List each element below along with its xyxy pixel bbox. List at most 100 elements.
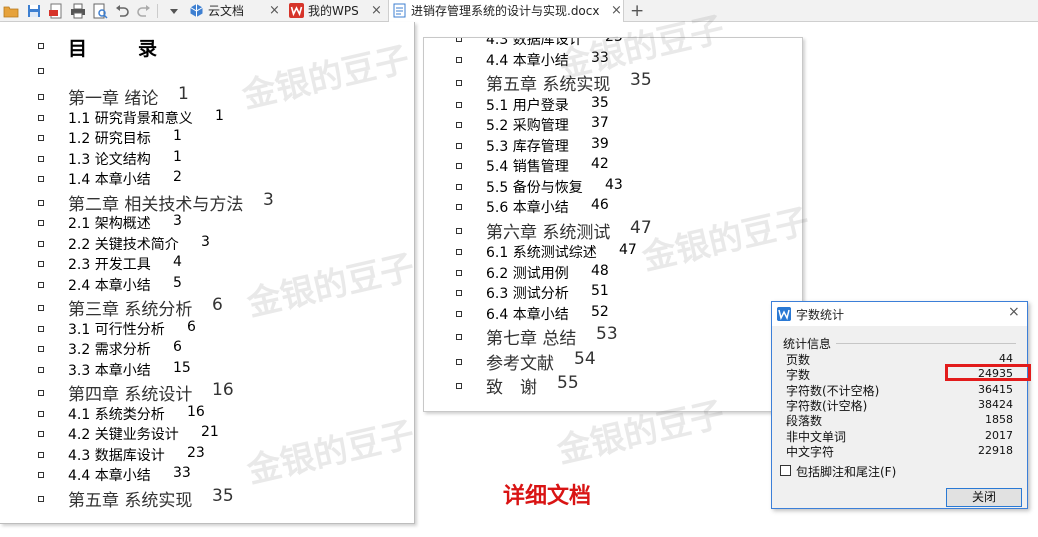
toc-entry-title: 1.3 论文结构 [68, 151, 151, 168]
toc-entry-page-number: 4 [173, 254, 182, 270]
toc-chapter-entry[interactable]: 第二章 相关技术与方法 3 [38, 190, 398, 215]
toc-section-entry[interactable]: 5.3 库存管理 39 [456, 135, 802, 157]
tab-active-document-close-icon[interactable]: × [611, 0, 622, 22]
tab-active-document[interactable]: 进销存管理系统的设计与实现.docx × [388, 0, 624, 22]
toc-entry-title: 5.3 库存管理 [486, 138, 569, 155]
toc-section-entry[interactable]: 3.2 需求分析 6 [38, 339, 398, 360]
toc-chapter-entry[interactable]: 第五章 系统实现 35 [38, 485, 398, 511]
toc-entry-page-number: 3 [201, 233, 210, 250]
toc-entry-page-number: 39 [591, 135, 609, 152]
toc-entry-page-number: 1 [215, 107, 224, 124]
toc-chapter-entry[interactable]: 第五章 系统实现 35 [456, 70, 802, 95]
dialog-title: 字数统计 [796, 308, 845, 322]
toc-entry-page-number: 35 [212, 485, 234, 506]
toc-section-entry[interactable]: 3.1 可行性分析 6 [38, 319, 398, 340]
toc-section-entry[interactable]: 2.2 关键技术简介 3 [38, 234, 398, 255]
close-button[interactable]: 关闭 [946, 488, 1022, 507]
toc-entry-title: 致 谢 [486, 378, 537, 398]
toc-section-entry[interactable]: 5.2 采购管理 37 [456, 115, 802, 136]
paragraph-marker-icon [38, 43, 44, 49]
tab-my-wps-close-icon[interactable]: × [371, 0, 382, 22]
toc-section-entry[interactable]: 5.5 备份与恢复 43 [456, 176, 802, 198]
tab-active-document-label: 进销存管理系统的设计与实现.docx [411, 4, 600, 18]
toc-chapter-entry[interactable]: 第七章 总结 53 [456, 324, 802, 349]
toc-section-entry[interactable]: 6.1 系统测试综述 47 [456, 242, 802, 263]
save-icon[interactable] [26, 3, 42, 19]
include-footnotes-checkbox[interactable] [780, 465, 791, 476]
toc-section-entry[interactable]: 5.6 本章小结 46 [456, 197, 802, 218]
toc-entry-page-number: 5 [173, 274, 182, 291]
toc-section-entry[interactable]: 4.2 关键业务设计 21 [38, 424, 398, 445]
toc-section-entry[interactable]: 6.3 测试分析 51 [456, 283, 802, 304]
toc-entry-title: 2.4 本章小结 [68, 277, 151, 294]
toc-entry-page-number: 48 [591, 262, 609, 279]
toc-section-entry[interactable]: 4.4 本章小结 33 [456, 50, 802, 71]
toc-entry-title: 参考文献 [486, 353, 554, 374]
tab-cloud-docs-close-icon[interactable]: × [269, 0, 280, 22]
toc-entry-title: 2.3 开发工具 [68, 257, 151, 273]
toc-entry-title: 第四章 系统设计 [68, 385, 193, 405]
toc-section-entry[interactable]: 2.3 开发工具 4 [38, 254, 398, 275]
paragraph-marker-icon [456, 383, 462, 389]
toc-section-entry[interactable]: 1.4 本章小结 2 [38, 169, 398, 190]
toc-entry-page-number: 43 [605, 176, 623, 193]
tab-cloud-docs[interactable]: 云文档 × [189, 0, 281, 22]
toc-entry-title: 4.1 系统类分析 [68, 406, 165, 423]
toc-entry-title: 4.4 本章小结 [486, 52, 569, 69]
toc-chapter-entry[interactable]: 致 谢 55 [456, 373, 802, 398]
toc-section-entry[interactable]: 5.4 销售管理 42 [456, 156, 802, 177]
tab-cloud-docs-label: 云文档 [208, 4, 245, 18]
word-count-dialog: 字数统计 × 统计信息 页数 44 字数 24935 字符数(不计空格) 36415 字符数… [771, 301, 1028, 509]
toc-chapter-entry[interactable]: 第三章 系统分析 6 [38, 295, 398, 320]
paragraph-marker-icon [38, 366, 44, 373]
quick-access-dropdown-icon[interactable] [166, 3, 182, 19]
toc-entry-title: 2.1 架构概述 [68, 216, 151, 232]
toc-section-entry[interactable]: 1.2 研究目标 1 [38, 128, 398, 149]
toc-entry-title: 5.4 销售管理 [486, 159, 569, 175]
new-tab-button[interactable]: + [630, 0, 644, 22]
toc-section-entry[interactable]: 2.4 本章小结 5 [38, 275, 398, 296]
toc-section-entry[interactable]: 6.2 测试用例 48 [456, 262, 802, 284]
toc-entry-page-number: 52 [591, 303, 609, 320]
dialog-title-bar[interactable]: 字数统计 × [772, 302, 1027, 326]
open-folder-icon[interactable] [3, 3, 19, 19]
wps-logo-icon [289, 3, 304, 18]
paragraph-marker-icon [456, 38, 462, 42]
stat-value: 38424 [978, 397, 1013, 411]
toc-section-entry[interactable]: 4.4 本章小结 33 [38, 465, 398, 486]
group-divider [836, 343, 1016, 344]
toc-section-entry[interactable]: 3.3 本章小结 15 [38, 360, 398, 381]
toc-entry-title: 第六章 系统测试 [486, 222, 611, 243]
toc-entry-page-number: 16 [187, 403, 205, 420]
toc-chapter-entry[interactable]: 参考文献 54 [456, 349, 802, 374]
print-icon[interactable] [70, 3, 86, 19]
toc-section-entry[interactable]: 1.3 论文结构 1 [38, 149, 398, 170]
toc-entry-page-number: 55 [557, 373, 579, 393]
toc-chapter-entry[interactable]: 第六章 系统测试 47 [456, 217, 802, 243]
toc-entry-title: 6.4 本章小结 [486, 306, 569, 323]
paragraph-marker-icon [38, 410, 44, 417]
statistics-group-label: 统计信息 [783, 337, 832, 351]
undo-icon[interactable] [114, 3, 130, 19]
toc-section-entry[interactable]: 5.1 用户登录 35 [456, 95, 802, 116]
toc-section-entry[interactable]: 4.1 系统类分析 16 [38, 404, 398, 425]
paragraph-marker-icon [456, 80, 462, 86]
toc-section-entry[interactable]: 4.3 数据库设计 23 [38, 445, 398, 466]
print-preview-icon[interactable] [92, 3, 108, 19]
toc-section-entry[interactable]: 2.1 架构概述 3 [38, 213, 398, 234]
toc-chapter-entry[interactable]: 第一章 绪论 1 [38, 84, 398, 109]
toc-section-entry[interactable]: 6.4 本章小结 52 [456, 303, 802, 325]
toc-entry-page-number: 51 [591, 283, 609, 299]
toc-entry-page-number: 6 [187, 318, 196, 335]
include-footnotes-label[interactable]: 包括脚注和尾注(F) [796, 463, 896, 480]
redo-icon[interactable] [136, 3, 152, 19]
toc-entry-page-number: 42 [591, 156, 609, 172]
dialog-close-icon[interactable]: × [1008, 304, 1020, 320]
tab-my-wps[interactable]: 我的WPS × [289, 0, 385, 22]
toc-section-entry[interactable]: 4.3 数据库设计 23 [456, 38, 802, 50]
toc-section-entry[interactable]: 1.1 研究背景和意义 1 [38, 108, 398, 129]
toc-chapter-entry[interactable]: 第四章 系统设计 16 [38, 380, 398, 405]
toc-entry-page-number: 21 [201, 424, 219, 440]
export-pdf-icon[interactable] [48, 3, 64, 19]
toc-entry-page-number: 47 [630, 217, 652, 238]
